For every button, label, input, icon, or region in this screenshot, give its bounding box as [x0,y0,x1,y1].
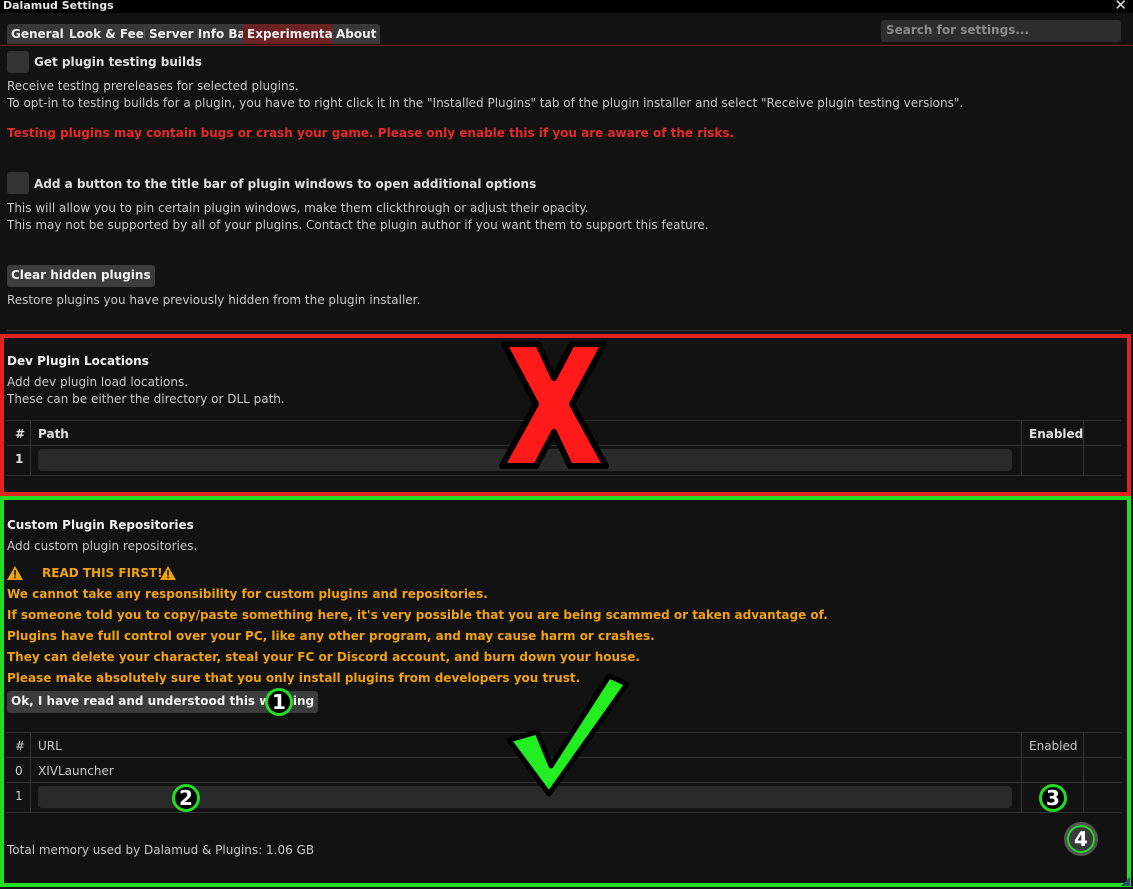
titlebar-options-label: Add a button to the title bar of plugin … [34,177,537,191]
title-bar[interactable]: Dalamud Settings ✕ [0,0,1133,13]
tab-look-and-feel[interactable]: Look & Feel [65,24,153,44]
clear-hidden-plugins-button[interactable]: Clear hidden plugins [7,265,155,287]
marker-3-icon: 3 [1039,784,1067,812]
testing-desc-1: Receive testing prereleases for selected… [7,79,299,93]
close-icon[interactable]: ✕ [1114,0,1127,13]
tab-server-info-bar[interactable]: Server Info Bar [145,24,256,44]
testing-desc-2: To opt-in to testing builds for a plugin… [7,96,964,110]
window-title: Dalamud Settings [3,0,114,12]
tab-about[interactable]: About [332,24,381,44]
section-divider [7,330,1121,331]
testing-builds-checkbox[interactable] [7,51,29,73]
titlebar-options-desc-2: This may not be supported by all of your… [7,218,709,232]
search-input[interactable]: Search for settings... [881,20,1121,42]
red-x-mark-icon [499,341,609,469]
titlebar-options-desc-1: This will allow you to pin certain plugi… [7,201,589,215]
titlebar-options-checkbox[interactable] [7,172,29,194]
marker-1-icon: 1 [265,688,293,716]
testing-warning: Testing plugins may contain bugs or cras… [7,126,735,140]
marker-4-icon: 4 [1064,822,1098,856]
clear-hidden-desc: Restore plugins you have previously hidd… [7,293,421,307]
settings-window: Dalamud Settings ✕ General Look & Feel S… [0,0,1133,889]
resize-grip-icon[interactable] [1121,877,1130,886]
testing-builds-label: Get plugin testing builds [34,55,202,69]
marker-2-icon: 2 [172,784,200,812]
green-check-mark-icon [506,673,630,797]
tab-experimental[interactable]: Experimental [243,24,341,44]
tab-general[interactable]: General [7,24,68,44]
